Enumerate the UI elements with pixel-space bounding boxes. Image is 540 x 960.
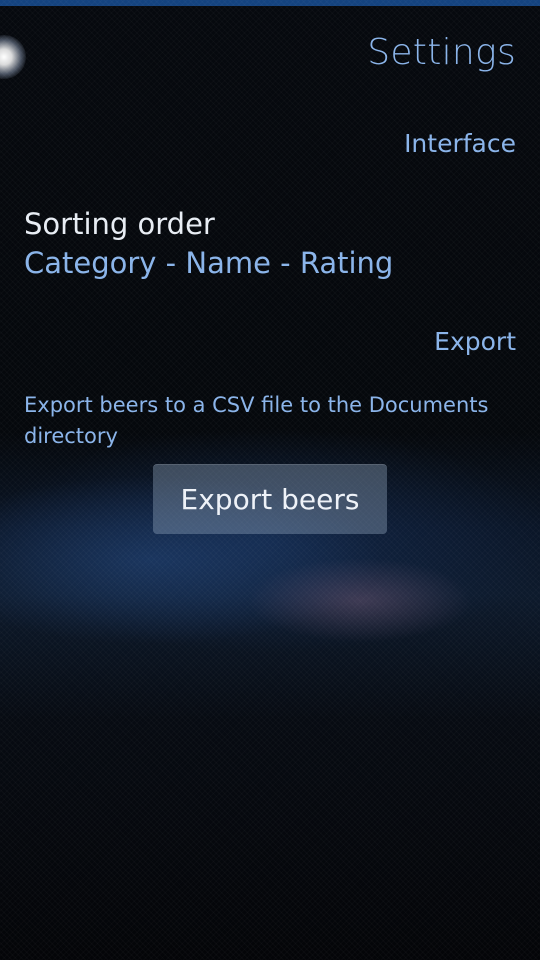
sorting-order-label: Sorting order: [24, 207, 215, 241]
status-top-bar: [0, 0, 540, 6]
export-beers-button[interactable]: Export beers: [153, 464, 387, 534]
section-header-export: Export: [434, 327, 516, 356]
export-description: Export beers to a CSV file to the Docume…: [24, 393, 489, 448]
settings-screen: Settings Interface Sorting order Categor…: [0, 0, 540, 960]
section-header-interface: Interface: [404, 129, 516, 158]
pulley-menu-indicator[interactable]: [0, 35, 26, 79]
sorting-order-combo[interactable]: Sorting order Category - Name - Rating: [24, 205, 516, 283]
page-title: Settings: [367, 32, 516, 73]
sorting-order-value: Category - Name - Rating: [24, 246, 394, 280]
